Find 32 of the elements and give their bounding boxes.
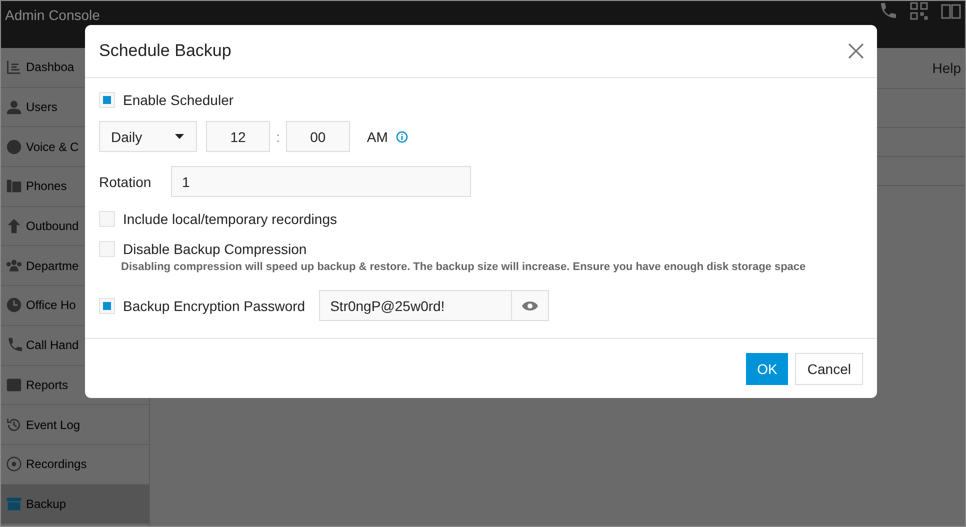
ok-button[interactable]: OK bbox=[746, 352, 788, 384]
checkbox[interactable] bbox=[99, 92, 115, 108]
eye-icon bbox=[521, 300, 540, 312]
period-label: AM bbox=[366, 128, 388, 144]
app-title: Admin Console bbox=[5, 7, 101, 23]
hour-field[interactable]: 12 bbox=[206, 121, 270, 152]
chart-icon bbox=[6, 59, 22, 76]
group-icon bbox=[6, 258, 22, 274]
history-icon bbox=[6, 416, 22, 433]
show-password-button[interactable] bbox=[512, 290, 550, 321]
record-icon bbox=[6, 456, 22, 472]
close-button[interactable] bbox=[847, 42, 865, 60]
frequency-dropdown[interactable]: Daily bbox=[99, 121, 197, 152]
checkbox[interactable] bbox=[99, 241, 115, 257]
archive-icon bbox=[6, 496, 22, 512]
clock-icon bbox=[6, 297, 22, 314]
cancel-button[interactable]: Cancel bbox=[795, 352, 863, 384]
help-link[interactable]: Help bbox=[932, 60, 961, 76]
info-icon[interactable] bbox=[396, 130, 408, 142]
sidebar-item[interactable]: Event Log bbox=[1, 405, 149, 445]
checkbox[interactable] bbox=[99, 298, 115, 314]
user-icon bbox=[6, 99, 22, 116]
qr-code-icon[interactable] bbox=[909, 1, 929, 21]
time-separator: : bbox=[276, 128, 280, 144]
sidebar-item[interactable]: Backup bbox=[1, 484, 149, 524]
caret-icon bbox=[175, 134, 184, 139]
arrow-up-icon bbox=[6, 218, 22, 234]
minute-field[interactable]: 00 bbox=[286, 121, 350, 152]
close-icon bbox=[847, 42, 865, 60]
checkbox[interactable] bbox=[99, 211, 115, 227]
rotation-field[interactable]: 1 bbox=[171, 166, 471, 197]
password-field[interactable]: Str0ngP@25w0rd! bbox=[319, 290, 512, 321]
